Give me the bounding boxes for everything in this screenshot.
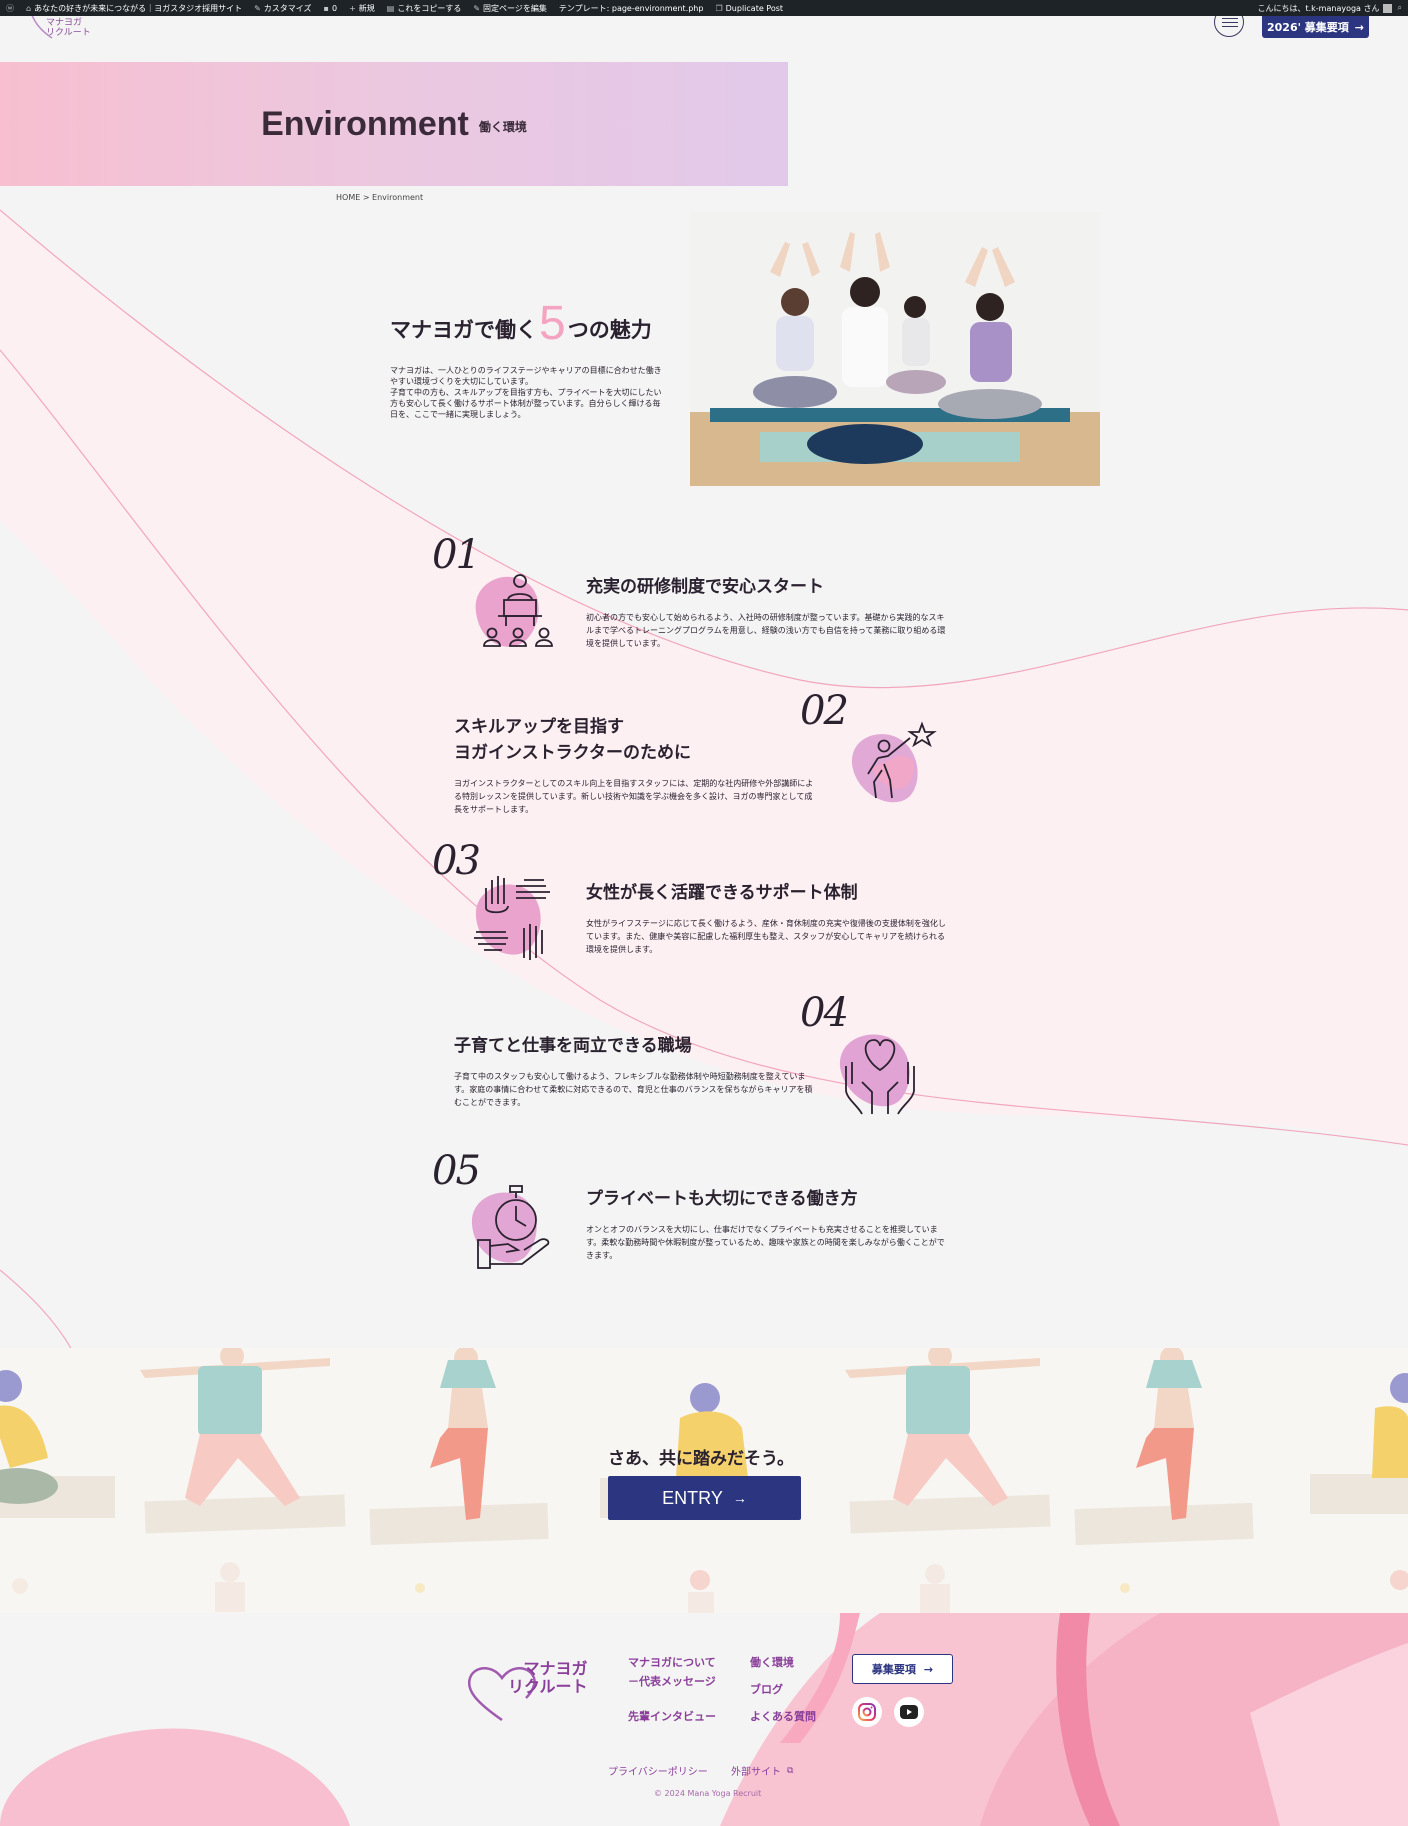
header-recruit-button[interactable]: 2026' 募集要項 →: [1262, 16, 1369, 38]
intro-number: 5: [539, 297, 566, 350]
youtube-icon[interactable]: [894, 1697, 924, 1727]
logo-text-line1: マナヨガ: [46, 18, 83, 28]
feature-number: 02: [800, 688, 849, 734]
admin-customize[interactable]: ✎ カスタマイズ: [254, 3, 311, 14]
feature-text: ヨガインストラクターとしてのスキル向上を目指すスタッフには、定期的な社内研修や外…: [454, 779, 814, 814]
admin-new[interactable]: + 新規: [349, 3, 375, 14]
menu-line: [1222, 22, 1238, 23]
page-subtitle: 働く環境: [478, 119, 527, 134]
feature-title: 充実の研修制度で安心スタート: [586, 577, 824, 597]
feature-title: スキルアップを目指す ヨガインストラクターのために: [454, 717, 691, 763]
feature-text: 初心者の方でも安心して始められるよう、入社時の研修制度が整っています。基礎から実…: [586, 613, 946, 648]
pencil-icon: ✎: [473, 3, 481, 13]
duplicate-icon: ❐: [715, 3, 723, 13]
brush-icon: ✎: [254, 3, 261, 13]
external-link-icon: ⧉: [787, 1765, 794, 1776]
plus-icon: +: [349, 3, 356, 13]
feature-title: プライベートも大切にできる働き方: [586, 1189, 858, 1209]
arrow-right-icon: →: [1354, 20, 1365, 34]
footer-link-interview[interactable]: 先輩インタビュー: [628, 1707, 716, 1726]
admin-copy[interactable]: ▤ これをコピーする: [387, 3, 462, 14]
support-hands-icon: [474, 876, 550, 960]
cta-heading: さあ、共に踏みだそう。: [608, 1449, 794, 1469]
menu-line: [1222, 18, 1238, 19]
instagram-icon[interactable]: [852, 1697, 882, 1727]
entry-button[interactable]: ENTRY →: [608, 1476, 801, 1520]
feature-title: 女性が長く活躍できるサポート体制: [586, 883, 858, 903]
yoga-class-photo: [690, 212, 1100, 486]
footer-recruit-button[interactable]: 募集要項 →: [852, 1654, 953, 1684]
arrow-right-icon: →: [732, 1490, 747, 1506]
feature-title: 子育てと仕事を両立できる職場: [454, 1036, 692, 1056]
admin-template[interactable]: テンプレート: page-environment.php: [559, 3, 704, 14]
heart-hands-icon: [839, 1034, 915, 1115]
admin-duplicate[interactable]: ❐ Duplicate Post: [715, 4, 783, 13]
admin-greeting[interactable]: こんにちは、t.k-manayoga さん: [1257, 3, 1392, 14]
avatar: [1382, 3, 1392, 13]
admin-comments[interactable]: ▪ 0: [324, 4, 338, 13]
admin-site-name[interactable]: ⌂ あなたの好きが未来につながる｜ヨガスタジオ採用サイト: [26, 3, 242, 14]
copyright: © 2024 Mana Yoga Recruit: [654, 1789, 762, 1798]
admin-edit-page[interactable]: ✎ 固定ページを編集: [473, 3, 547, 14]
privacy-policy-link[interactable]: プライバシーポリシー: [608, 1763, 708, 1778]
feature-text: オンとオフのバランスを大切にし、仕事だけでなくプライベートも充実させることを推奨…: [586, 1225, 945, 1260]
copy-icon: ▤: [386, 3, 395, 13]
page-title: Environment: [261, 104, 469, 143]
footer-link-environment[interactable]: 働く環境: [750, 1653, 794, 1672]
admin-bar: ⓦ ⌂ あなたの好きが未来につながる｜ヨガスタジオ採用サイト ✎ カスタマイズ ▪ 0…: [0, 0, 1408, 16]
footer-logo-text[interactable]: マナヨガ リクルート: [508, 1660, 588, 1696]
feature-text: 女性がライフステージに応じて長く働けるよう、産休・育休制度の充実や復帰後の支援体…: [586, 919, 946, 954]
feature-text: 子育て中のスタッフも安心して働けるよう、フレキシブルな勤務体制や時短勤務制度を整…: [454, 1072, 813, 1107]
skill-up-icon: [851, 721, 937, 803]
page-hero: Environment 働く環境: [0, 62, 788, 186]
logo-text-line2: リクルート: [46, 28, 91, 38]
footer-link-about[interactable]: マナヨガについて －代表メッセージ: [628, 1653, 716, 1691]
intro-text: マナヨガは、一人ひとりのライフステージやキャリアの目標に合わせた働きやすい環境づ…: [390, 366, 662, 419]
comment-icon: ▪: [323, 3, 329, 13]
menu-line: [1222, 26, 1238, 27]
footer-link-faq[interactable]: よくある質問: [750, 1707, 816, 1726]
arrow-right-icon: →: [923, 1662, 934, 1676]
training-icon: [475, 574, 553, 647]
footer-link-blog[interactable]: ブログ: [750, 1680, 783, 1699]
wordpress-logo-icon[interactable]: ⓦ: [6, 3, 14, 14]
header-logo[interactable]: マナヨガ リクルート: [26, 16, 92, 40]
stopwatch-hand-icon: [471, 1185, 550, 1269]
admin-search-icon[interactable]: ⌕: [1398, 3, 1402, 13]
home-icon: ⌂: [26, 3, 32, 13]
external-site-link[interactable]: 外部サイト ⧉: [731, 1763, 794, 1779]
intro-heading: マナヨガで働く 5 つの魅力: [390, 297, 652, 350]
